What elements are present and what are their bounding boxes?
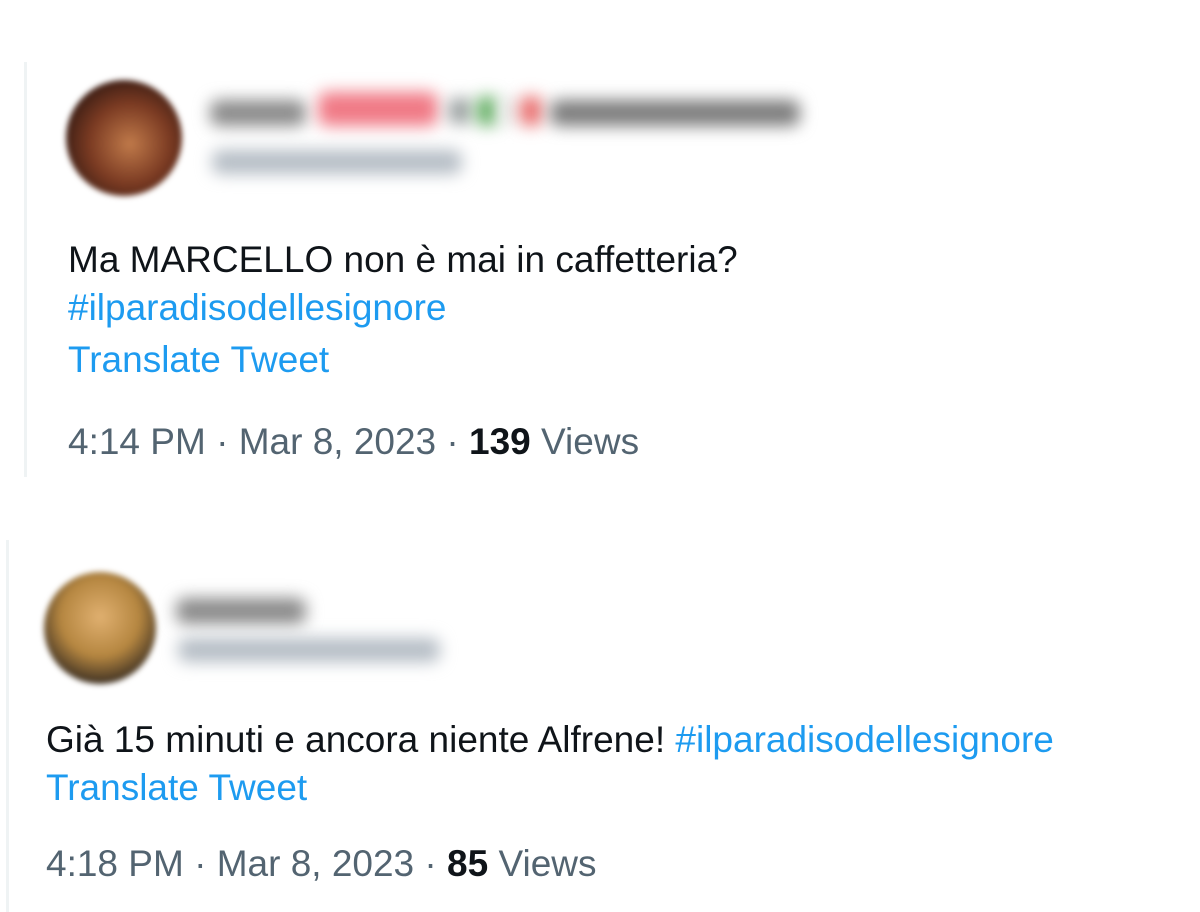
translate-tweet-link[interactable]: Translate Tweet <box>68 339 329 380</box>
hashtag-link[interactable]: #ilparadisodellesignore <box>675 719 1053 760</box>
flag-emoji-redacted <box>476 96 498 126</box>
views-count: 85 <box>447 843 489 884</box>
hashtag-link[interactable]: #ilparadisodellesignore <box>68 287 446 328</box>
tweet-body: Già 15 minuti e ancora niente Alfrene! <box>46 719 676 760</box>
tweet-time-link[interactable]: 4:14 PM <box>68 421 206 462</box>
display-name-redacted <box>210 100 306 126</box>
display-name-redacted <box>318 92 438 126</box>
tweet-text: Già 15 minuti e ancora niente Alfrene! #… <box>46 718 1054 762</box>
tweet-time-link[interactable]: 4:18 PM <box>46 843 184 884</box>
views-count: 139 <box>469 421 531 462</box>
handle-redacted <box>178 638 440 662</box>
tweet-card: Già 15 minuti e ancora niente Alfrene! #… <box>0 520 1200 912</box>
translate-tweet-link[interactable]: Translate Tweet <box>46 767 307 808</box>
translate-line: Translate Tweet <box>46 766 307 810</box>
views-label: Views <box>488 843 597 884</box>
meta-separator: · <box>436 421 470 462</box>
tweet-card: Ma MARCELLO non è mai in caffetteria? #i… <box>0 0 1200 500</box>
avatar[interactable] <box>44 572 156 684</box>
meta-separator: · <box>414 843 448 884</box>
translate-line: Translate Tweet <box>68 338 329 382</box>
display-name-redacted <box>550 100 800 126</box>
meta-separator: · <box>205 421 239 462</box>
flag-emoji-redacted <box>520 96 542 126</box>
handle-redacted <box>212 150 462 174</box>
tweet-meta: 4:14 PM · Mar 8, 2023 · 139 Views <box>68 420 639 464</box>
tweet-body: Ma MARCELLO non è mai in caffetteria? <box>68 239 738 280</box>
display-name-redacted <box>176 598 306 624</box>
tweet-meta: 4:18 PM · Mar 8, 2023 · 85 Views <box>46 842 597 886</box>
flag-emoji-redacted <box>500 96 518 126</box>
tweet-hashtag-line: #ilparadisodellesignore <box>68 286 446 330</box>
meta-separator: · <box>183 843 217 884</box>
views-label: Views <box>530 421 640 462</box>
display-name-redacted <box>448 98 472 124</box>
tweet-text: Ma MARCELLO non è mai in caffetteria? <box>68 238 738 282</box>
tweet-date-link[interactable]: Mar 8, 2023 <box>217 843 414 884</box>
avatar[interactable] <box>66 80 182 196</box>
tweet-date-link[interactable]: Mar 8, 2023 <box>239 421 436 462</box>
